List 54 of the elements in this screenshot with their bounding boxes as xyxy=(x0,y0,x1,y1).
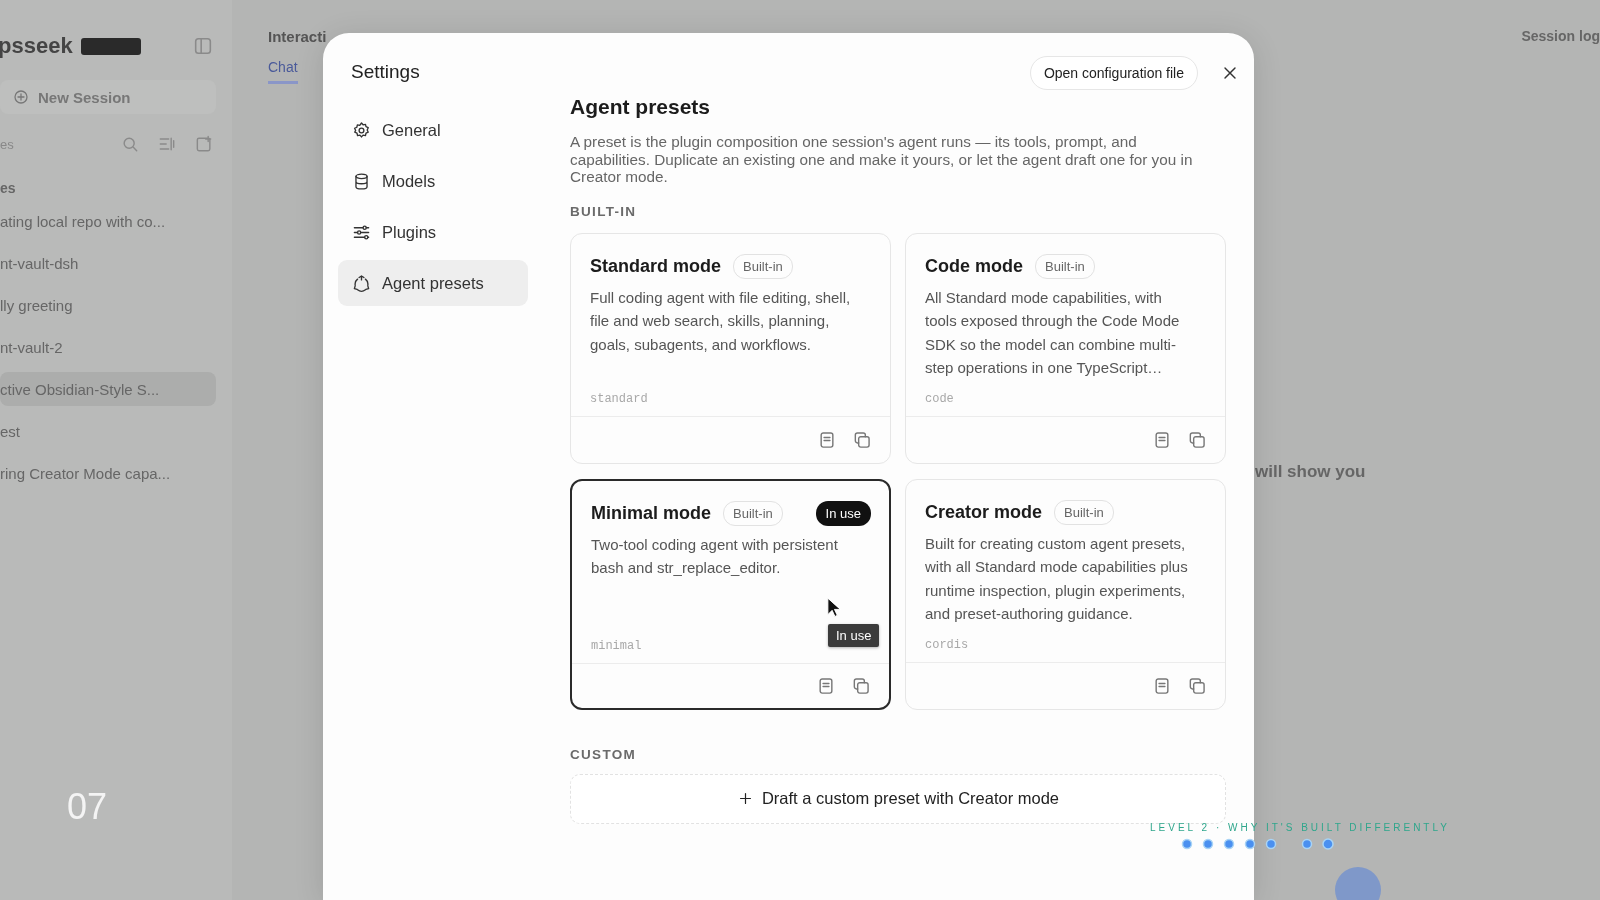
preset-description: All Standard mode capabilities, with tools exposed through the Code Mode SDK so the model can combine multi-step operations in one TypeScript… xyxy=(925,287,1181,378)
document-icon[interactable] xyxy=(1152,429,1172,450)
preset-card[interactable]: Standard mode Built-in Full coding agent with file editing, shell, file and web search, skills, planning, goals, subagents, and workflows. standard xyxy=(570,232,891,464)
chat-message: will show you xyxy=(1255,462,1367,482)
copy-icon[interactable] xyxy=(1187,675,1207,696)
preset-id: standard xyxy=(590,391,649,406)
preset-title: Creator mode xyxy=(925,502,1043,523)
in-use-badge: In use xyxy=(815,501,871,526)
preset-title: Code mode xyxy=(925,256,1023,277)
preset-title: Standard mode xyxy=(590,256,722,277)
built-in-tag: Built-in xyxy=(723,501,783,526)
document-icon[interactable] xyxy=(816,675,836,696)
preset-id: cordis xyxy=(925,637,970,652)
preset-title: Minimal mode xyxy=(591,503,711,524)
tooltip: In use xyxy=(828,623,880,647)
preset-description: Two-tool coding agent with persistent bash and str_replace_editor. xyxy=(591,534,839,578)
document-icon[interactable] xyxy=(817,429,837,450)
preset-id: minimal xyxy=(591,638,643,653)
nav-item[interactable]: Agent presets xyxy=(338,260,528,306)
built-in-tag: Built-in xyxy=(733,254,793,279)
group-label: CUSTOM xyxy=(570,746,638,762)
section-heading: Agent presets xyxy=(570,95,712,119)
copy-icon[interactable] xyxy=(852,429,872,450)
document-icon[interactable] xyxy=(1152,675,1172,696)
nav-item[interactable]: Plugins xyxy=(338,209,528,255)
preset-id: code xyxy=(925,391,955,406)
copy-icon[interactable] xyxy=(851,675,871,696)
preset-card[interactable]: Code mode Built-in All Standard mode capabilities, with tools exposed through the Code Mode SDK so the model can combine multi-step operations in one TypeScript… code xyxy=(905,232,1226,464)
chat-title: Interacti xyxy=(268,28,327,45)
progress-dots-icon xyxy=(1180,837,1336,851)
version-badge xyxy=(80,37,141,55)
open-config-button[interactable]: Open configuration file xyxy=(1029,56,1198,90)
group-label: BUILT-IN xyxy=(570,203,638,219)
built-in-tag: Built-in xyxy=(1035,254,1095,279)
draft-preset-button[interactable]: Draft a custom preset with Creator mode xyxy=(570,773,1226,824)
plus-circle-icon xyxy=(12,88,30,106)
cursor-icon xyxy=(826,596,842,619)
app-name: psseek xyxy=(0,33,73,59)
nav-item[interactable]: Models xyxy=(338,158,528,204)
built-in-tag: Built-in xyxy=(1054,500,1114,525)
group-label: es xyxy=(0,179,17,198)
preset-description: Full coding agent with file editing, shell, file and web search, skills, planning, goals, subagents, and workflows. xyxy=(590,287,852,355)
new-note-icon xyxy=(194,134,214,154)
dialog-title: Settings xyxy=(351,61,421,83)
panel-icon xyxy=(192,35,214,57)
database-icon xyxy=(352,171,371,191)
section-description: A preset is the plugin composition one session's agent runs — its tools, prompt, and capabilities. Duplicate an existing one and make it yours, or let the agent draft one for you in Creator mode. xyxy=(570,133,1194,186)
gear-icon xyxy=(352,120,371,140)
nav-item[interactable]: General xyxy=(338,107,528,153)
slide-number: 07 xyxy=(67,786,108,828)
slide-caption: LEVEL 2 · WHY IT'S BUILT DIFFERENTLY xyxy=(1150,822,1450,833)
preset-description: Built for creating custom agent presets, with all Standard mode capabilities plus runtime inspection, plugin experiments, and preset-authoring guidance. xyxy=(925,533,1189,624)
preset-card[interactable]: Creator mode Built-in Built for creating custom agent presets, with all Standard mode capabilities plus runtime inspection, plugin experiments, and preset-authoring guidance. cordis xyxy=(905,478,1226,710)
copy-icon[interactable] xyxy=(1187,429,1207,450)
